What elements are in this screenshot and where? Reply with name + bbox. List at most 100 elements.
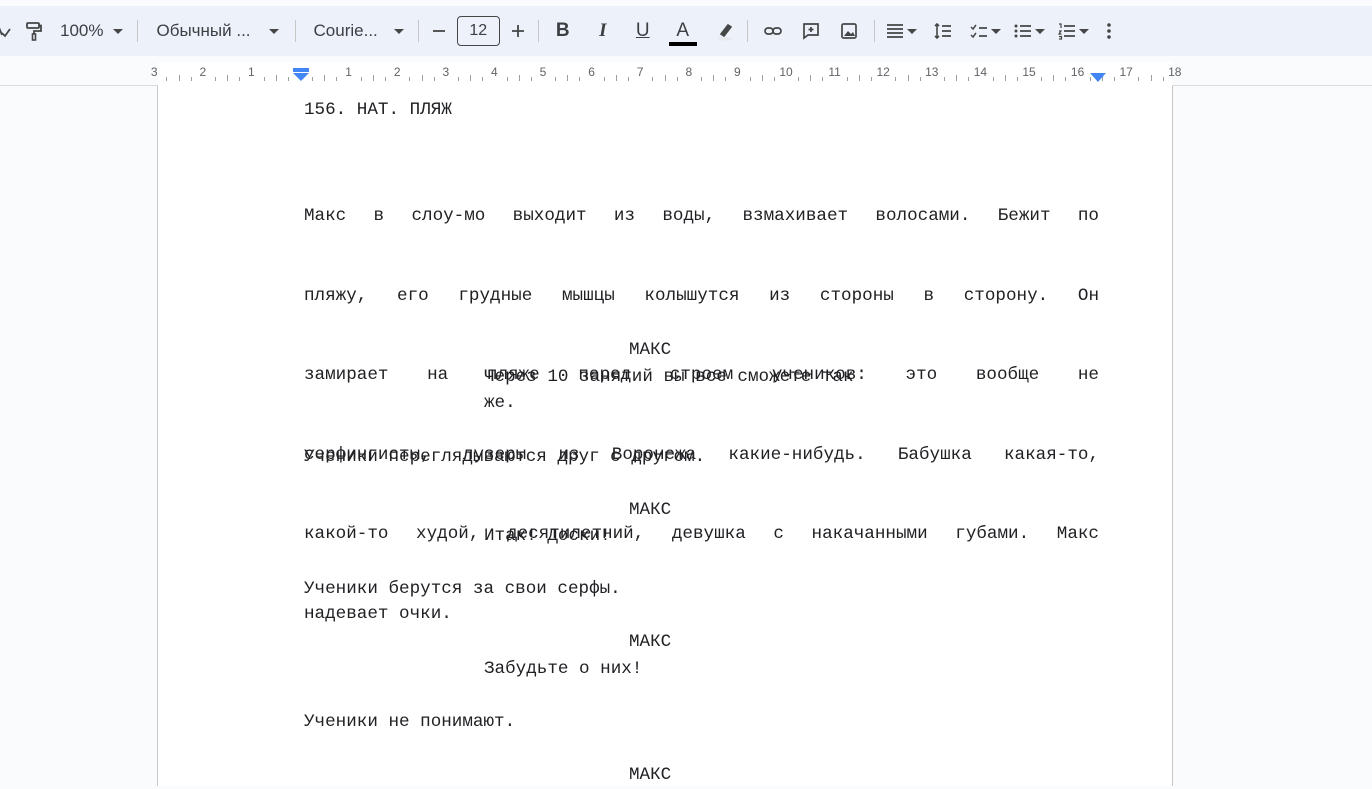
ruler-tick xyxy=(178,75,180,81)
ruler-number: 3 xyxy=(442,65,450,79)
ruler-tick xyxy=(761,75,763,81)
chevron-down-icon xyxy=(906,28,917,34)
ruler-tick xyxy=(907,75,909,81)
chevron-down-icon xyxy=(393,28,404,34)
ruler-tick xyxy=(287,77,289,81)
text-color-button[interactable]: A xyxy=(665,20,701,46)
align-button[interactable] xyxy=(879,15,923,47)
character-name: МАКС xyxy=(629,500,672,520)
text-color-letter: A xyxy=(676,20,690,41)
more-options-button[interactable] xyxy=(1095,15,1123,47)
dialogue-line: Через 10 занятий вы все сможете так xyxy=(484,367,854,387)
spellcheck-icon[interactable] xyxy=(0,15,12,47)
ruler-tick xyxy=(567,75,569,81)
chevron-down-icon xyxy=(1078,28,1089,34)
scene-heading: 156. НАТ. ПЛЯЖ xyxy=(304,100,452,120)
toolbar-divider xyxy=(417,20,419,42)
font-family-select[interactable]: Courie... xyxy=(314,21,404,41)
ruler-tick xyxy=(214,77,216,81)
ruler-tick xyxy=(385,77,387,81)
image-icon xyxy=(840,23,857,39)
increase-font-size-button[interactable] xyxy=(500,15,536,47)
highlight-color-button[interactable] xyxy=(709,15,741,47)
ruler-tick xyxy=(555,77,557,81)
insert-link-button[interactable] xyxy=(754,15,792,47)
zoom-select[interactable]: 100% xyxy=(60,21,124,41)
ruler-tick xyxy=(603,77,605,81)
ruler-tick xyxy=(871,77,873,81)
ruler-tick xyxy=(1016,77,1018,81)
ruler-number: 8 xyxy=(685,65,693,79)
dialogue-line: Забудьте о них! xyxy=(484,659,643,679)
italic-button[interactable]: I xyxy=(585,20,621,42)
bulleted-list-button[interactable] xyxy=(1007,15,1051,47)
left-indent-marker-icon[interactable] xyxy=(293,68,309,82)
ruler-number: 9 xyxy=(734,65,741,79)
ruler-number: 6 xyxy=(588,65,595,79)
insert-image-button[interactable] xyxy=(830,15,868,47)
action-line: какой-то худой, десятилетний, девушка с … xyxy=(304,524,1099,544)
ruler-tick xyxy=(433,77,435,81)
minus-icon xyxy=(432,30,445,32)
action-line: Ученики не понимают. xyxy=(304,712,516,732)
line-spacing-button[interactable] xyxy=(923,15,963,47)
ruler-tick xyxy=(822,77,824,81)
ruler-number: 1 xyxy=(248,65,255,79)
ruler-tick xyxy=(372,75,374,81)
toolbar-divider xyxy=(746,20,748,42)
action-line: Ученики берутся за свои серфы. xyxy=(304,579,621,599)
toolbar-divider xyxy=(873,20,875,42)
ruler-number: 13 xyxy=(925,65,939,79)
ruler-tick xyxy=(470,75,472,81)
ruler-tick xyxy=(579,77,581,81)
insert-comment-button[interactable] xyxy=(792,15,830,47)
ruler-number: 7 xyxy=(636,65,644,79)
ruler-tick xyxy=(652,77,654,81)
ruler-number: 1 xyxy=(345,65,352,79)
add-comment-icon xyxy=(802,23,819,40)
numbered-list-button[interactable] xyxy=(1051,15,1095,47)
ruler-tick xyxy=(798,77,800,81)
checklist-icon xyxy=(970,24,987,39)
ruler-tick xyxy=(1004,75,1006,81)
ruler-number: 12 xyxy=(876,65,890,79)
ruler-number: 15 xyxy=(1022,65,1036,79)
ruler-number: 5 xyxy=(539,65,547,79)
ruler-tick xyxy=(324,75,326,81)
underline-button[interactable]: U xyxy=(625,20,661,42)
ruler-tick xyxy=(725,77,727,81)
ruler-tick xyxy=(190,77,192,81)
plus-icon xyxy=(511,25,524,37)
line-spacing-icon xyxy=(934,22,951,40)
ruler-tick xyxy=(275,75,277,81)
document-page[interactable]: 156. НАТ. ПЛЯЖ Макс в слоу-мо выходит из… xyxy=(157,86,1173,786)
ruler-number: 17 xyxy=(1119,65,1133,79)
ruler-number: 4 xyxy=(491,65,498,79)
ruler-tick xyxy=(1162,77,1164,81)
decrease-font-size-button[interactable] xyxy=(427,15,451,47)
chevron-down-icon xyxy=(268,28,279,34)
paragraph-style-value: Обычный ... xyxy=(156,21,251,40)
checklist-button[interactable] xyxy=(963,15,1007,47)
ruler-tick xyxy=(1053,75,1055,81)
ruler-tick xyxy=(263,77,265,81)
chevron-down-icon xyxy=(990,28,1001,34)
ruler-tick xyxy=(615,75,617,81)
paint-format-icon[interactable] xyxy=(18,15,50,47)
ruler-number: 16 xyxy=(1070,65,1085,79)
dialogue-line: же. xyxy=(484,393,516,413)
bold-button[interactable]: B xyxy=(545,20,581,42)
font-size-input[interactable]: 12 xyxy=(456,16,500,46)
ruler-tick xyxy=(518,75,520,81)
action-line: надевает очки. xyxy=(304,603,452,624)
horizontal-ruler[interactable]: 3 2 1 1 2 3 4 5 6 7 8 9 10 11 12 13 14 15 16 17 18 xyxy=(0,62,1372,86)
ruler-tick xyxy=(676,77,678,81)
ruler-tick xyxy=(846,77,848,81)
ruler-tick xyxy=(895,77,897,81)
ruler-tick xyxy=(482,77,484,81)
right-indent-marker-icon[interactable] xyxy=(1090,73,1106,83)
ruler-tick xyxy=(312,77,314,81)
numbered-list-icon xyxy=(1057,23,1075,40)
ruler-tick xyxy=(336,77,338,81)
paragraph-style-select[interactable]: Обычный ... xyxy=(156,21,279,41)
